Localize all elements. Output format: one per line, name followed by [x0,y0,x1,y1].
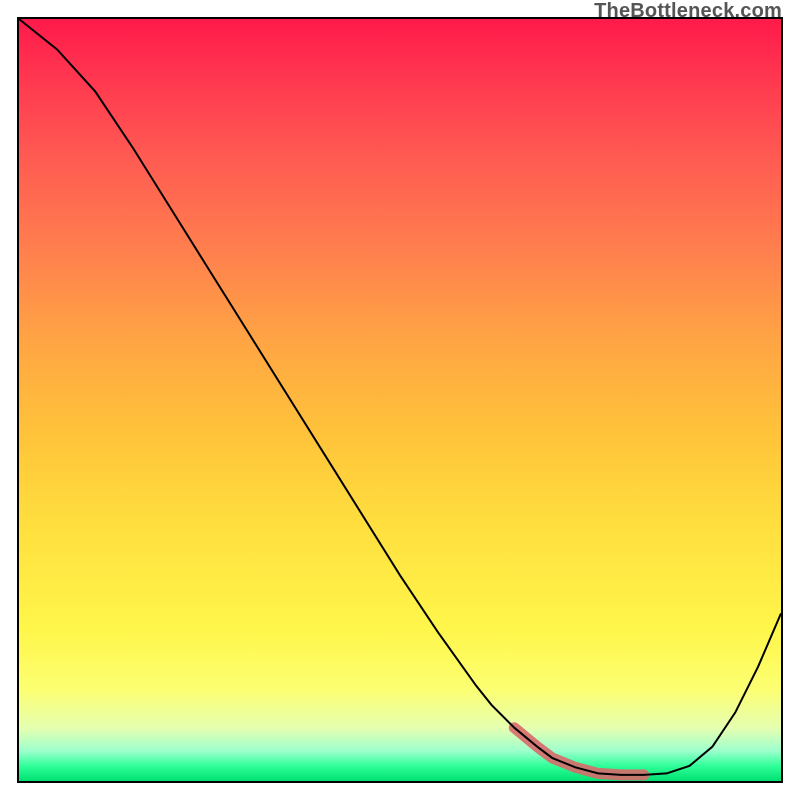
chart-frame: TheBottleneck.com [0,0,800,800]
curve-svg [19,19,781,781]
bottleneck-curve [19,19,781,775]
plot-area [17,17,783,783]
